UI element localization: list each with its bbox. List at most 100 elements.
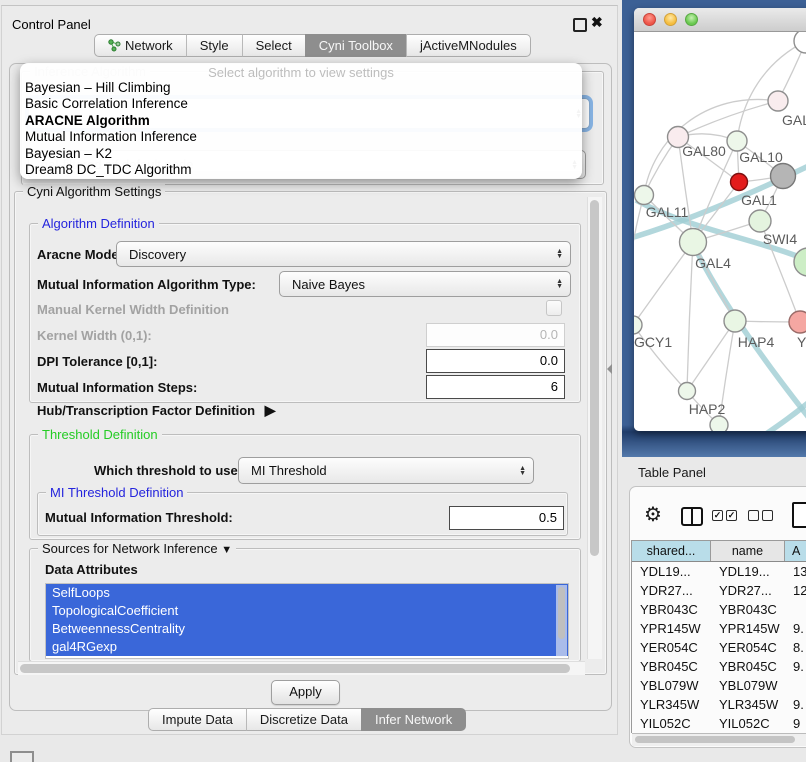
minimize-window-icon[interactable] xyxy=(664,13,677,26)
network-node[interactable] xyxy=(794,32,806,53)
network-node[interactable] xyxy=(680,229,707,256)
network-window[interactable]: GALGAL80GAL10GAL1GAL11SWI4GAL4GCY1HAP4YH… xyxy=(634,8,806,431)
minimized-panel-icon[interactable] xyxy=(10,751,34,762)
kernel-width-field[interactable]: 0.0 xyxy=(426,323,565,347)
algorithm-option[interactable]: Bayesian – Hill Climbing xyxy=(20,80,582,96)
cp-tab-bar: NetworkStyleSelect Cyni Toolbox jActiveMNo… xyxy=(94,34,531,57)
column-header[interactable]: shared... xyxy=(632,541,711,561)
network-node[interactable] xyxy=(771,164,796,189)
table-cell: YBR043C xyxy=(632,600,711,619)
expand-arrow-icon[interactable]: ▶ xyxy=(265,402,276,418)
tab-label: Cyni Toolbox xyxy=(319,38,393,53)
stepper-arrows-icon: ▲▼ xyxy=(556,279,563,289)
data-attribute-item[interactable]: BetweennessCentrality xyxy=(46,620,568,638)
data-attribute-item[interactable]: TopologicalCoefficient xyxy=(46,602,568,620)
network-node[interactable] xyxy=(731,174,748,191)
data-attributes-list[interactable]: SelfLoopsTopologicalCoefficientBetweenne… xyxy=(45,583,569,659)
network-node[interactable] xyxy=(749,210,771,232)
mi-steps-field[interactable]: 6 xyxy=(426,375,565,399)
tab-infer-network[interactable]: Infer Network xyxy=(361,708,466,731)
column-header[interactable]: name xyxy=(711,541,785,561)
tab-discretize-data[interactable]: Discretize Data xyxy=(246,708,361,731)
network-node[interactable] xyxy=(679,383,696,400)
table-row[interactable]: YLR345WYLR345W9. xyxy=(632,695,806,714)
algorithm-option[interactable]: Mutual Information Inference xyxy=(20,129,582,145)
network-window-titlebar[interactable] xyxy=(634,8,806,32)
settings-vscrollbar-thumb[interactable] xyxy=(590,200,599,556)
network-node[interactable] xyxy=(724,310,746,332)
settings-vscrollbar[interactable] xyxy=(587,197,602,659)
tab-jactivemnodules[interactable]: jActiveMNodules xyxy=(406,34,531,57)
checked-box-icon: ✓ xyxy=(726,510,737,521)
aracne-mode-combo[interactable]: Discovery ▲▼ xyxy=(116,241,571,267)
network-node[interactable] xyxy=(634,316,642,334)
unchecked-box-icon xyxy=(762,510,773,521)
attributes-scrollbar-thumb[interactable] xyxy=(558,587,565,639)
attributes-scrollbar[interactable] xyxy=(556,585,567,657)
column-header[interactable]: A xyxy=(785,541,806,561)
float-window-icon[interactable] xyxy=(573,18,587,32)
settings-hscrollbar[interactable] xyxy=(18,661,585,675)
tab-style[interactable]: Style xyxy=(186,34,242,57)
network-node[interactable] xyxy=(710,416,728,431)
network-node[interactable] xyxy=(727,131,747,151)
network-node-label: HAP2 xyxy=(689,401,726,417)
mi-threshold-field[interactable]: 0.5 xyxy=(449,506,564,530)
tab-impute-data[interactable]: Impute Data xyxy=(148,708,246,731)
table-cell: 13 xyxy=(785,562,806,581)
tab-network[interactable]: Network xyxy=(94,34,186,57)
deselect-all-columns-icon[interactable] xyxy=(748,510,773,521)
network-edge-thick[interactable] xyxy=(716,384,806,431)
network-canvas[interactable]: GALGAL80GAL10GAL1GAL11SWI4GAL4GCY1HAP4YH… xyxy=(634,32,806,431)
network-node[interactable] xyxy=(768,91,788,111)
table-row[interactable]: YDL19...YDL19...13 xyxy=(632,562,806,581)
table-hscrollbar-thumb[interactable] xyxy=(635,736,795,743)
network-node[interactable] xyxy=(794,248,806,276)
algorithm-option[interactable]: Bayesian – K2 xyxy=(20,146,582,162)
sources-group-title[interactable]: Sources for Network Inference ▼ xyxy=(38,541,236,556)
table-row[interactable]: YIL052CYIL052C9 xyxy=(632,714,806,733)
zoom-window-icon[interactable] xyxy=(685,13,698,26)
algorithm-option[interactable]: Basic Correlation Inference xyxy=(20,96,582,112)
dpi-tolerance-field[interactable]: 0.0 xyxy=(426,349,565,373)
manual-kernel-checkbox[interactable] xyxy=(546,300,562,316)
network-node[interactable] xyxy=(635,186,654,205)
data-attribute-item[interactable]: gal4RGexp xyxy=(46,638,568,656)
settings-hscrollbar-thumb[interactable] xyxy=(20,664,570,673)
apply-button[interactable]: Apply xyxy=(271,680,340,705)
close-icon[interactable]: ✖ xyxy=(591,14,603,31)
mi-type-combo[interactable]: Naive Bayes ▲▼ xyxy=(279,271,571,297)
mi-type-label: Mutual Information Algorithm Type: xyxy=(37,277,256,292)
document-icon[interactable] xyxy=(792,502,806,528)
table-row[interactable]: YER054CYER054C8. xyxy=(632,638,806,657)
table-cell: YPR145W xyxy=(711,619,785,638)
table-hscrollbar[interactable] xyxy=(632,733,806,746)
select-all-columns-icon[interactable]: ✓ ✓ xyxy=(712,510,737,521)
table-row[interactable]: YPR145WYPR145W9. xyxy=(632,619,806,638)
network-edge[interactable] xyxy=(687,321,735,391)
unchecked-box-icon xyxy=(748,510,759,521)
gear-icon[interactable]: ⚙ xyxy=(644,505,662,525)
table-row[interactable]: YDR27...YDR27...12 xyxy=(632,581,806,600)
which-threshold-combo[interactable]: MI Threshold ▲▼ xyxy=(238,457,534,484)
close-window-icon[interactable] xyxy=(643,13,656,26)
hub-definition-label[interactable]: Hub/Transcription Factor Definition ▶ xyxy=(37,402,276,419)
tab-cyni-toolbox[interactable]: Cyni Toolbox xyxy=(305,34,406,57)
tab-select[interactable]: Select xyxy=(242,34,305,57)
table-row[interactable]: YBR045CYBR045C9. xyxy=(632,657,806,676)
algorithm-option[interactable]: ARACNE Algorithm xyxy=(20,113,582,129)
network-node[interactable] xyxy=(789,311,806,333)
table-row[interactable]: YBL079WYBL079W xyxy=(632,676,806,695)
panel-splitter-handle[interactable] xyxy=(607,364,612,374)
table-row[interactable]: YBR043CYBR043C xyxy=(632,600,806,619)
network-edge[interactable] xyxy=(634,195,644,325)
network-edge[interactable] xyxy=(687,242,693,391)
collapse-arrow-icon[interactable]: ▼ xyxy=(221,544,232,556)
data-attribute-item[interactable]: SelfLoops xyxy=(46,584,568,602)
algorithm-option[interactable]: Dream8 DC_TDC Algorithm xyxy=(20,162,582,178)
network-edge[interactable] xyxy=(634,242,693,325)
table-cell xyxy=(785,600,806,619)
table-cell: YLR345W xyxy=(711,695,785,714)
column-browser-icon[interactable] xyxy=(681,507,703,526)
aracne-mode-label: Aracne Mode: xyxy=(37,247,123,262)
